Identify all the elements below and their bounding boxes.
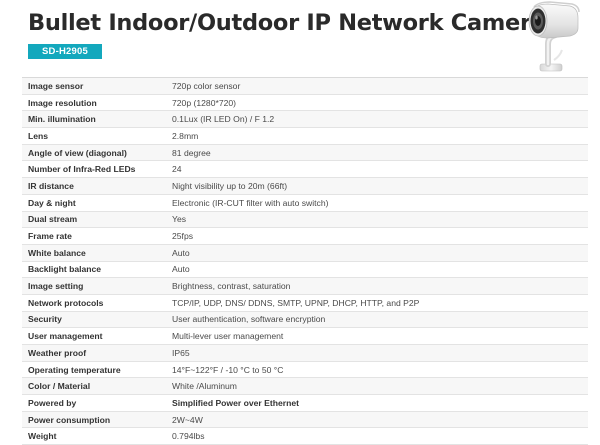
spec-value: Simplified Power over Ethernet: [172, 397, 300, 408]
spec-label: Frame rate: [28, 231, 72, 242]
spec-value: 2W~4W: [172, 414, 203, 425]
spec-row: Dual stream Yes: [22, 211, 588, 229]
model-badge: SD-H2905: [28, 44, 102, 59]
spec-value: 0.1Lux (IR LED On) / F 1.2: [172, 114, 275, 125]
spec-value: Electronic (IR-CUT filter with auto swit…: [172, 197, 329, 208]
spec-label: Lens: [28, 130, 49, 141]
spec-label: Dual stream: [28, 214, 78, 225]
spec-label: IR distance: [28, 180, 74, 191]
spec-row: Frame rate 25fps: [22, 228, 588, 245]
spec-table: Image sensor 720p color sensor Image resol…: [22, 77, 588, 445]
spec-row: Power consumption 2W~4W: [22, 411, 588, 429]
spec-value: Night visibility up to 20m (66ft): [172, 180, 288, 191]
spec-row: Operating temperature 14°F~122°F / -10 °C…: [22, 361, 588, 379]
spec-row: User management Multi-lever user manageme…: [22, 328, 588, 345]
spec-row: Network protocols TCP/IP, UDP, DNS/ DDNS,…: [22, 294, 588, 312]
spec-value: 720p (1280*720): [172, 97, 237, 108]
spec-label: User management: [28, 331, 103, 342]
spec-row: Color / Material White /Aluminum: [22, 378, 588, 396]
spec-label: Security: [28, 314, 62, 325]
spec-value: 14°F~122°F / -10 °C to 50 °C: [172, 364, 284, 375]
spec-label: Weather proof: [28, 347, 87, 358]
spec-label: Operating temperature: [28, 364, 121, 375]
spec-label: Image setting: [28, 281, 84, 292]
spec-row: Security User authentication, software en…: [22, 311, 588, 329]
spec-row: Angle of view (diagonal) 81 degree: [22, 144, 588, 162]
spec-row: Image resolution 720p (1280*720): [22, 94, 588, 112]
spec-value: 25fps: [172, 231, 194, 242]
spec-label: Powered by: [28, 397, 77, 408]
spec-value: Multi-lever user management: [172, 331, 284, 342]
spec-label: Backlight balance: [28, 264, 102, 275]
spec-row: Min. illumination 0.1Lux (IR LED On) / F …: [22, 111, 588, 129]
spec-label: Number of Infra-Red LEDs: [28, 164, 136, 175]
spec-row: White balance Auto: [22, 244, 588, 262]
spec-value: 81 degree: [172, 147, 211, 158]
spec-row: Image sensor 720p color sensor: [22, 78, 588, 95]
spec-label: Min. illumination: [28, 114, 96, 125]
spec-label: Image sensor: [28, 80, 84, 91]
spec-row: Day & night Electronic (IR-CUT filter wit…: [22, 194, 588, 212]
spec-label: White balance: [28, 247, 86, 258]
spec-value: User authentication, software encryption: [172, 314, 326, 325]
spec-value: 720p color sensor: [172, 80, 241, 91]
spec-value: 2.8mm: [172, 130, 199, 141]
spec-row: Backlight balance Auto: [22, 261, 588, 279]
spec-row: Weight 0.794lbs: [22, 428, 588, 445]
spec-row: Image setting Brightness, contrast, satur…: [22, 278, 588, 295]
spec-label: Color / Material: [28, 381, 91, 392]
spec-row: Lens 2.8mm: [22, 128, 588, 145]
spec-label: Power consumption: [28, 414, 111, 425]
spec-row: IR distance Night visibility up to 20m (6…: [22, 178, 588, 195]
spec-label: Angle of view (diagonal): [28, 147, 127, 158]
spec-label: Day & night: [28, 197, 76, 208]
page-title: Bullet Indoor/Outdoor IP Network Camera: [28, 10, 546, 36]
spec-value: Yes: [172, 214, 187, 225]
spec-row: Powered by Simplified Power over Ethernet: [22, 395, 588, 412]
spec-value: TCP/IP, UDP, DNS/ DDNS, SMTP, UPNP, DHCP…: [172, 297, 420, 308]
spec-label: Network protocols: [28, 297, 104, 308]
spec-value: Brightness, contrast, saturation: [172, 281, 291, 292]
spec-row: Number of Infra-Red LEDs 24: [22, 161, 588, 179]
spec-value: Auto: [172, 247, 190, 258]
spec-label: Image resolution: [28, 97, 97, 108]
spec-label: Weight: [28, 431, 57, 442]
spec-value: Auto: [172, 264, 190, 275]
spec-value: 24: [172, 164, 182, 175]
spec-value: White /Aluminum: [172, 381, 237, 392]
spec-row: Weather proof IP65: [22, 345, 588, 362]
spec-value: 0.794lbs: [172, 431, 205, 442]
bullet-camera-icon: [528, 1, 580, 72]
spec-value: IP65: [172, 347, 190, 358]
